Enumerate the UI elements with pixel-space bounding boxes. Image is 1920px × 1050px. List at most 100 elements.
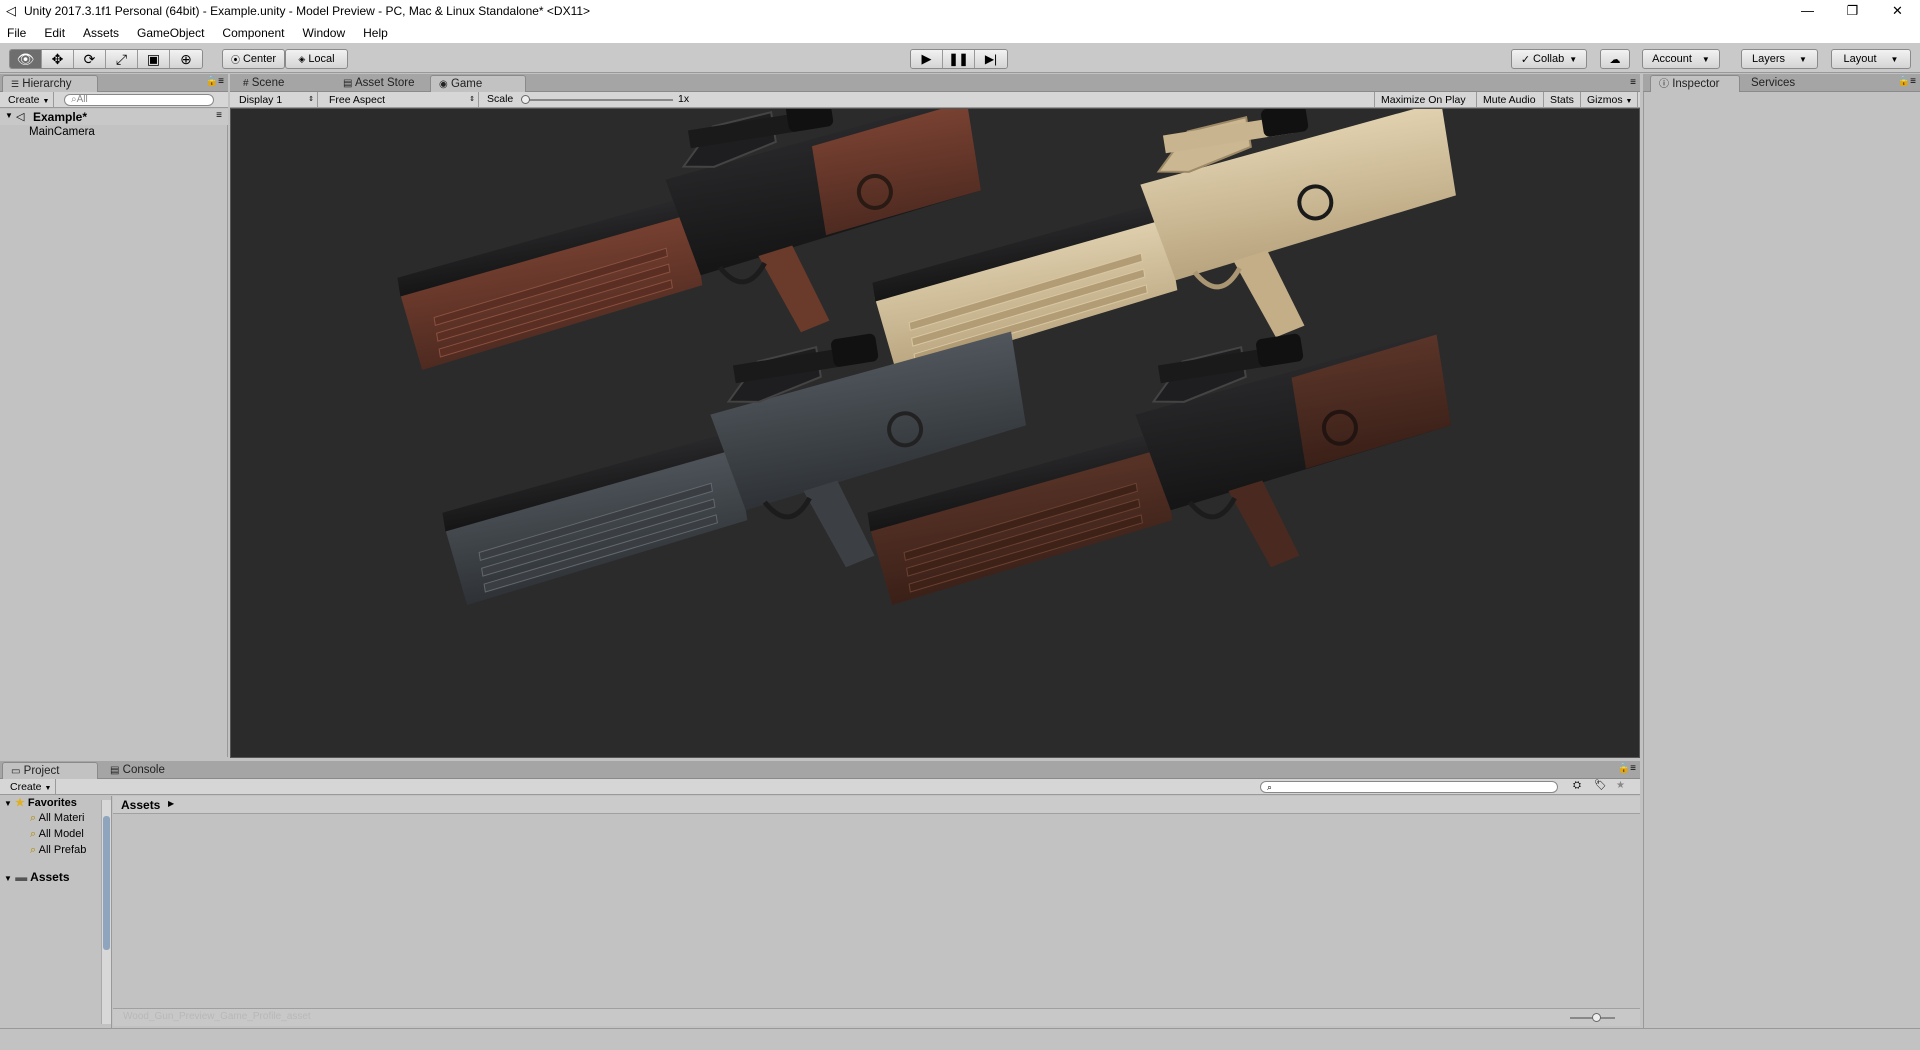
collab-dropdown[interactable]: ✓ Collab ▼ xyxy=(1511,49,1587,69)
view-tool-icon[interactable]: 👁 xyxy=(10,50,42,68)
expand-arrow-icon[interactable]: ▼ xyxy=(5,111,13,120)
project-toolbar: Create ▼ ⌕ ⛭ 🏷 ★ xyxy=(0,779,1640,795)
display-dropdown[interactable]: Display 1 ⇕ xyxy=(233,92,318,108)
pivot-local-button[interactable]: ◈ Local xyxy=(285,49,348,69)
mute-audio-toggle[interactable]: Mute Audio xyxy=(1477,92,1544,108)
window-title: Unity 2017.3.1f1 Personal (64bit) - Exam… xyxy=(24,4,591,18)
hierarchy-create-button[interactable]: Create ▼ xyxy=(2,92,54,108)
expand-arrow-icon: ▼ xyxy=(4,874,12,883)
stats-toggle[interactable]: Stats xyxy=(1544,92,1581,108)
status-bar xyxy=(0,1028,1920,1050)
folder-icon: ▭ xyxy=(11,766,21,777)
layout-dropdown[interactable]: Layout ▼ xyxy=(1831,49,1911,69)
menu-component[interactable]: Component xyxy=(219,26,288,40)
filter-type-icon[interactable]: ⛭ xyxy=(1573,780,1581,791)
step-icon[interactable]: ▶| xyxy=(975,50,1007,68)
move-tool-icon[interactable]: ✥ xyxy=(42,50,74,68)
game-view[interactable] xyxy=(230,96,1640,758)
tab-hierarchy[interactable]: ☰ Hierarchy xyxy=(2,75,98,92)
restore-button[interactable]: ❐ xyxy=(1830,0,1875,22)
gizmos-dropdown[interactable]: Gizmos ▼ xyxy=(1581,92,1638,108)
chevron-right-icon: ▶ xyxy=(168,799,175,808)
game-toolbar: Display 1 ⇕ Free Aspect ⇕ Scale 1x Maxim… xyxy=(230,92,1640,108)
aspect-dropdown[interactable]: Free Aspect ⇕ xyxy=(323,92,479,108)
star-icon[interactable]: ★ xyxy=(1616,780,1625,791)
main-toolbar: 👁 ✥ ⟳ ⤢ ▣ ⊕ ⦿ Center ◈ Local ▶ ❚❚ ▶| ✓ C… xyxy=(0,43,1920,73)
check-icon: ✓ xyxy=(1520,53,1531,66)
search-icon: ⌕ xyxy=(1267,782,1273,792)
menu-edit[interactable]: Edit xyxy=(41,26,69,40)
project-search-input[interactable]: ⌕ xyxy=(1260,781,1558,793)
favorite-item[interactable]: ⌕ All Model xyxy=(30,828,102,841)
slider-thumb[interactable] xyxy=(521,95,530,104)
menu-file[interactable]: File xyxy=(4,26,30,40)
maximize-on-play-toggle[interactable]: Maximize On Play xyxy=(1374,92,1477,108)
center-tabbar: # Scene ▤ Asset Store ◉ Game ≡ xyxy=(230,74,1640,92)
tab-inspector[interactable]: ⓘ Inspector xyxy=(1650,75,1740,92)
project-create-button[interactable]: Create ▼ xyxy=(4,779,56,795)
cloud-button[interactable]: ☁ xyxy=(1600,49,1630,69)
minimize-button[interactable]: — xyxy=(1785,0,1830,22)
menu-help[interactable]: Help xyxy=(360,26,392,40)
scale-value: 1x xyxy=(678,93,690,105)
tab-project[interactable]: ▭ Project xyxy=(2,762,98,779)
favorite-item[interactable]: ⌕ All Materi xyxy=(30,812,102,825)
hierarchy-item-maincamera[interactable]: MainCamera xyxy=(29,126,95,138)
layers-dropdown[interactable]: Layers ▼ xyxy=(1741,49,1818,69)
tab-console[interactable]: ▤ Console xyxy=(102,762,192,779)
scene-menu-icon[interactable]: ≡ xyxy=(216,110,222,121)
info-icon: ⓘ xyxy=(1659,79,1669,90)
hierarchy-search-input[interactable]: ⌕All xyxy=(64,94,214,106)
assets-folder[interactable]: ▼ ▬ Assets xyxy=(4,870,70,884)
star-icon: ★ xyxy=(14,797,25,809)
scale-slider[interactable] xyxy=(521,95,673,104)
favorites-folder[interactable]: ▼ ★ Favorites xyxy=(4,796,77,809)
menu-gameobject[interactable]: GameObject xyxy=(134,26,208,40)
rect-tool-icon[interactable]: ▣ xyxy=(138,50,170,68)
hierarchy-panel: ▼ ◁ Example* ≡ MainCamera xyxy=(0,109,228,757)
scale-label: Scale xyxy=(487,93,514,105)
inspector-tabbar: ⓘ Inspector Services 🔒≡ xyxy=(1643,74,1920,92)
menu-window[interactable]: Window xyxy=(299,26,349,40)
unity-icon: ◁ xyxy=(6,3,16,18)
breadcrumb: Assets ▶ xyxy=(113,796,1640,814)
menu-assets[interactable]: Assets xyxy=(80,26,123,40)
transform-tools: 👁 ✥ ⟳ ⤢ ▣ ⊕ xyxy=(9,49,203,69)
scene-row[interactable]: ▼ ◁ Example* ≡ xyxy=(0,109,228,125)
project-assets-view: Assets ▶ Wood_Gun_Preview_Game_Profile_a… xyxy=(113,796,1640,1028)
transform-tool-icon[interactable]: ⊕ xyxy=(170,50,202,68)
tab-asset-store[interactable]: ▤ Asset Store xyxy=(335,75,427,92)
panel-menu-icon[interactable]: 🔒≡ xyxy=(1898,76,1916,87)
game-render xyxy=(397,96,1456,605)
chevron-down-icon: ▼ xyxy=(1569,54,1578,64)
pause-icon[interactable]: ❚❚ xyxy=(943,50,975,68)
slider-thumb[interactable] xyxy=(1592,1013,1601,1022)
breadcrumb-assets[interactable]: Assets xyxy=(121,798,160,812)
rotate-tool-icon[interactable]: ⟳ xyxy=(74,50,106,68)
tab-game[interactable]: ◉ Game xyxy=(430,75,526,92)
chevron-down-icon: ▼ xyxy=(1799,54,1807,64)
icon-size-slider[interactable] xyxy=(1570,1013,1615,1022)
project-tree-scrollbar[interactable] xyxy=(101,800,111,1024)
project-footer: Wood_Gun_Preview_Game_Profile_asset xyxy=(113,1008,1640,1026)
local-icon: ◈ xyxy=(298,53,306,64)
pivot-center-button[interactable]: ⦿ Center xyxy=(222,49,285,69)
tab-services[interactable]: Services xyxy=(1743,75,1823,92)
play-icon[interactable]: ▶ xyxy=(911,50,943,68)
search-icon: ⌕ xyxy=(30,844,37,856)
scale-tool-icon[interactable]: ⤢ xyxy=(106,50,138,68)
scene-name: Example* xyxy=(33,110,88,124)
account-dropdown[interactable]: Account ▼ xyxy=(1642,49,1720,69)
panel-menu-icon[interactable]: ≡ xyxy=(1630,77,1636,88)
pivot-icon: ⦿ xyxy=(230,54,240,65)
game-icon: ◉ xyxy=(439,79,448,90)
updown-icon: ⇕ xyxy=(308,96,314,103)
favorite-item[interactable]: ⌕ All Prefab xyxy=(30,844,102,857)
panel-menu-icon[interactable]: 🔒≡ xyxy=(1618,763,1636,774)
scrollbar-thumb[interactable] xyxy=(103,816,110,950)
close-button[interactable]: ✕ xyxy=(1875,0,1920,22)
playback-controls: ▶ ❚❚ ▶| xyxy=(910,49,1008,69)
tab-scene[interactable]: # Scene xyxy=(235,75,335,92)
panel-menu-icon[interactable]: 🔒≡ xyxy=(206,76,224,87)
filter-label-icon[interactable]: 🏷 xyxy=(1594,780,1607,791)
